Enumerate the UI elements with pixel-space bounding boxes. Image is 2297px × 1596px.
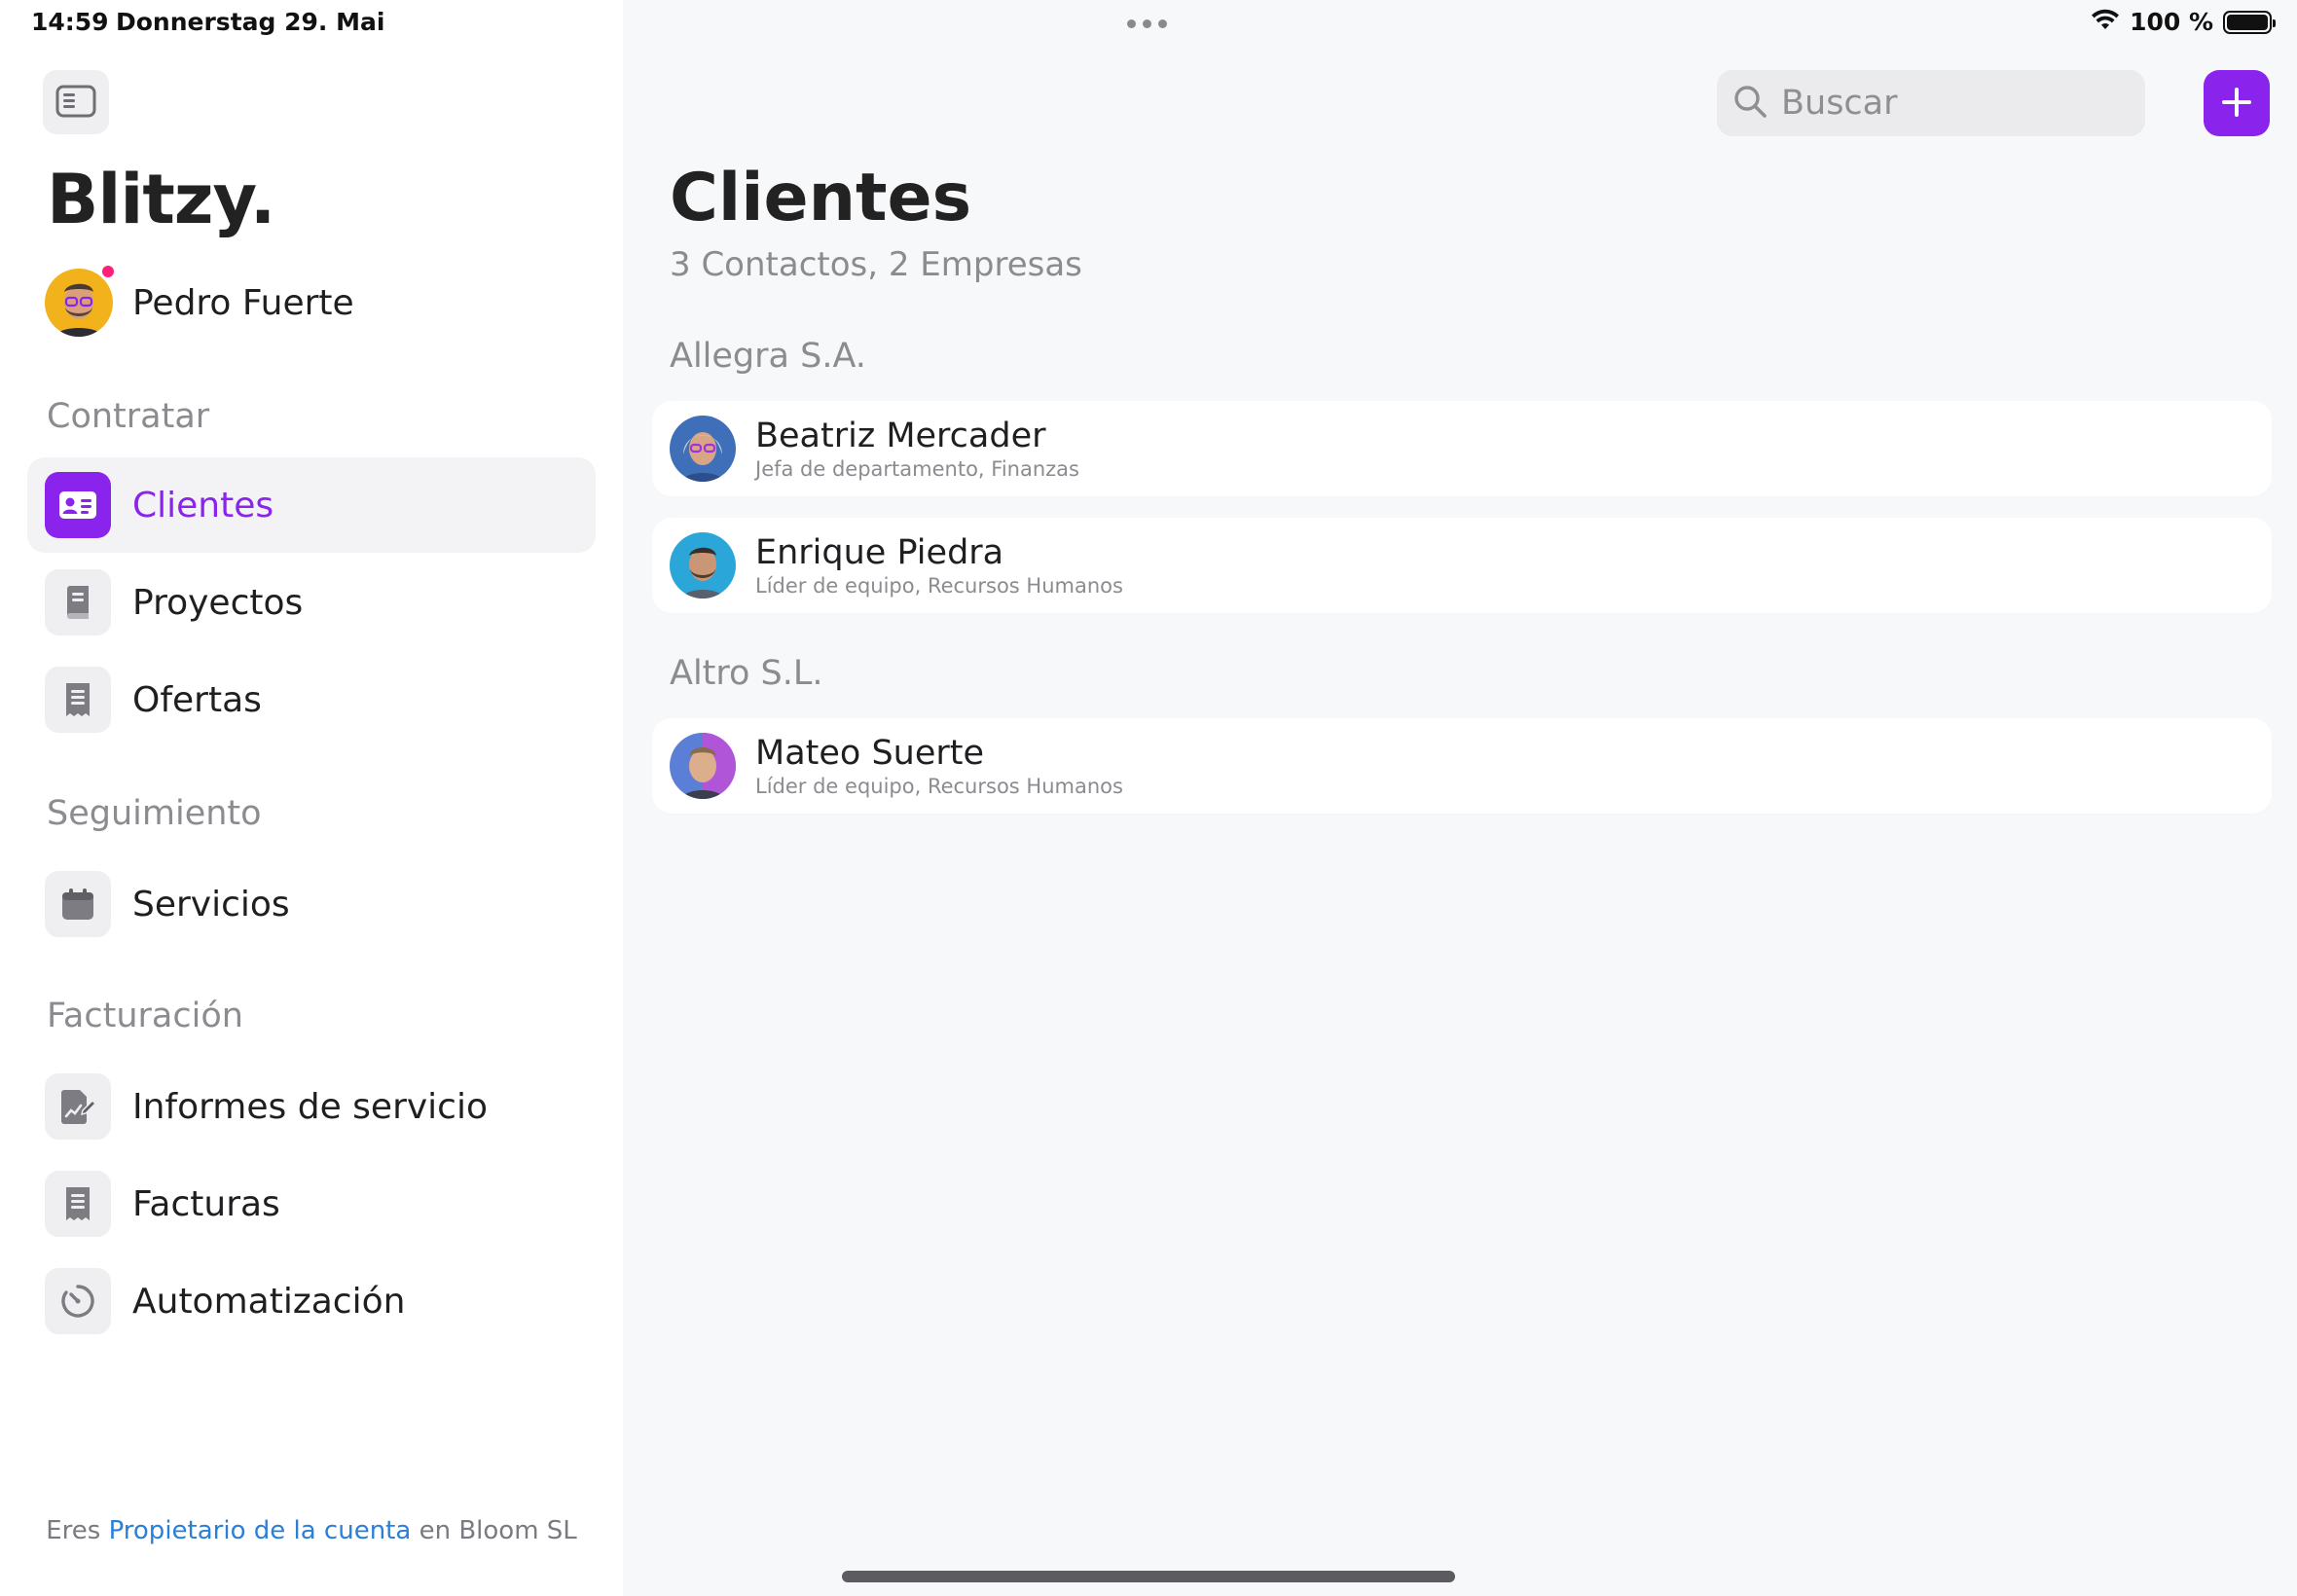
- main-content: Clientes 3 Contactos, 2 Empresas Allegra…: [623, 0, 2297, 1596]
- book-icon: [45, 569, 111, 635]
- status-bar: 14:59 Donnerstag 29. Mai 100 %: [0, 0, 2297, 47]
- plus-icon: [2220, 86, 2253, 122]
- notification-dot: [99, 263, 117, 280]
- footer-suffix: en Bloom SL: [419, 1516, 577, 1545]
- receipt-icon: [45, 667, 111, 733]
- multitasking-dots[interactable]: [1127, 19, 1167, 28]
- contact-role: Líder de equipo, Recursos Humanos: [755, 574, 1123, 598]
- sidebar-item-label: Informes de servicio: [132, 1086, 488, 1127]
- sidebar-item-clientes[interactable]: Clientes: [27, 457, 596, 553]
- company-group-label: Allegra S.A.: [670, 337, 866, 376]
- search-input[interactable]: [1781, 84, 2132, 123]
- user-profile[interactable]: Pedro Fuerte: [45, 263, 354, 337]
- timer-icon: [45, 1268, 111, 1334]
- brand-logo: Blitzy.: [47, 160, 275, 239]
- avatar: [670, 532, 736, 598]
- sidebar-item-servicios[interactable]: Servicios: [27, 856, 596, 952]
- contact-role: Jefa de departamento, Finanzas: [755, 457, 1079, 481]
- user-name: Pedro Fuerte: [132, 282, 354, 323]
- sidebar: Blitzy. Pedro Fuerte Contratar Clientes …: [0, 0, 623, 1596]
- search-icon: [1732, 84, 1768, 123]
- search-bar[interactable]: [1717, 70, 2145, 136]
- contact-name: Beatriz Mercader: [755, 417, 1046, 455]
- avatar: [670, 416, 736, 482]
- account-owner-link[interactable]: Propietario de la cuenta: [109, 1516, 412, 1545]
- contact-name: Mateo Suerte: [755, 734, 985, 773]
- sidebar-item-label: Automatización: [132, 1281, 406, 1322]
- add-client-button[interactable]: [2204, 70, 2270, 136]
- section-label-contratar: Contratar: [47, 397, 210, 436]
- receipt-icon: [45, 1171, 111, 1237]
- battery-icon: [2223, 10, 2276, 34]
- report-edit-icon: [45, 1073, 111, 1140]
- sidebar-toggle-icon: [55, 85, 96, 121]
- page-subtitle: 3 Contactos, 2 Empresas: [670, 245, 1082, 284]
- sidebar-item-label: Facturas: [132, 1183, 280, 1224]
- sidebar-item-proyectos[interactable]: Proyectos: [27, 555, 596, 650]
- sidebar-item-informes-de-servicio[interactable]: Informes de servicio: [27, 1059, 596, 1154]
- company-group-label: Altro S.L.: [670, 654, 823, 693]
- contact-card-icon: [45, 472, 111, 538]
- status-date: Donnerstag 29. Mai: [116, 8, 385, 36]
- battery-percent: 100 %: [2130, 8, 2213, 36]
- sidebar-item-label: Proyectos: [132, 582, 304, 623]
- section-label-facturacion: Facturación: [47, 997, 243, 1035]
- page-title: Clientes: [670, 160, 972, 236]
- section-label-seguimiento: Seguimiento: [47, 794, 262, 833]
- status-time: 14:59: [31, 8, 109, 36]
- calendar-icon: [45, 871, 111, 937]
- sidebar-item-label: Clientes: [132, 485, 274, 526]
- home-indicator[interactable]: [842, 1571, 1455, 1582]
- contact-row[interactable]: Mateo Suerte Líder de equipo, Recursos H…: [652, 718, 2272, 814]
- sidebar-item-ofertas[interactable]: Ofertas: [27, 652, 596, 747]
- avatar: [670, 733, 736, 799]
- sidebar-item-automatizacion[interactable]: Automatización: [27, 1253, 596, 1349]
- sidebar-item-facturas[interactable]: Facturas: [27, 1156, 596, 1251]
- contact-row[interactable]: Beatriz Mercader Jefa de departamento, F…: [652, 401, 2272, 496]
- sidebar-item-label: Servicios: [132, 884, 290, 925]
- footer-prefix: Eres: [46, 1516, 101, 1545]
- wifi-icon: [2091, 9, 2120, 36]
- account-role-footer: Eres Propietario de la cuenta en Bloom S…: [0, 1516, 623, 1545]
- contact-row[interactable]: Enrique Piedra Líder de equipo, Recursos…: [652, 518, 2272, 613]
- contact-role: Líder de equipo, Recursos Humanos: [755, 775, 1123, 798]
- sidebar-toggle-button[interactable]: [43, 70, 109, 134]
- contact-name: Enrique Piedra: [755, 533, 1004, 572]
- sidebar-item-label: Ofertas: [132, 679, 262, 720]
